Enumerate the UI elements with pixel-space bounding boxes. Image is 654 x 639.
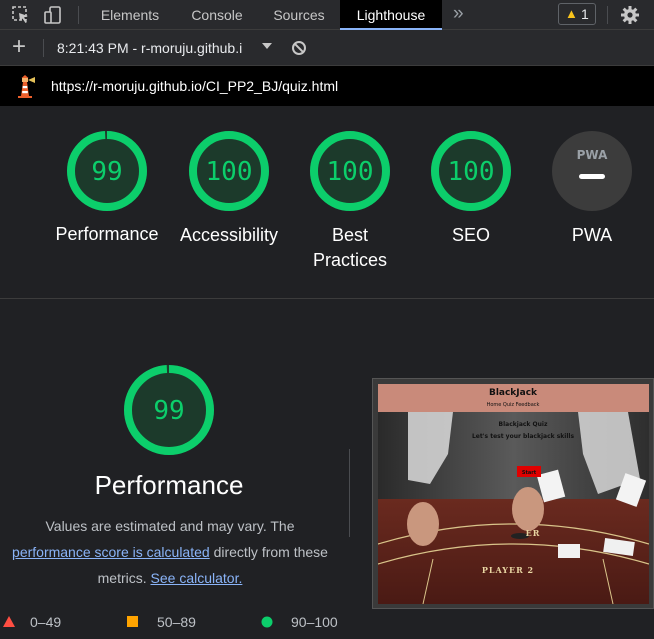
triangle-icon bbox=[3, 616, 15, 627]
chevron-down-icon[interactable] bbox=[262, 43, 272, 49]
page-screenshot-image: BlackJack Home Quiz Feedback Blackjack Q… bbox=[378, 384, 649, 604]
gear-icon[interactable] bbox=[620, 5, 640, 25]
devtools-tab-strip: Elements Console Sources Lighthouse » ▲ … bbox=[0, 0, 654, 30]
desc-text-2: directly from these bbox=[213, 544, 328, 560]
thumb-subtitle: Let's test your blackjack skills bbox=[472, 433, 574, 440]
seo-gauge-label: SEO bbox=[451, 225, 490, 245]
toolbar-divider bbox=[78, 6, 79, 24]
pwa-dash-icon bbox=[579, 174, 605, 179]
pwa-badge[interactable]: PWA bbox=[552, 131, 632, 211]
tab-elements[interactable]: Elements bbox=[88, 0, 172, 30]
thumb-site-title: BlackJack bbox=[489, 388, 538, 398]
accessibility-score: 100 bbox=[206, 157, 253, 187]
thumb-table-text-1: ER bbox=[526, 528, 541, 538]
desc-text-1: Values are estimated and may vary. The bbox=[45, 518, 295, 534]
chevron-double-right-icon[interactable]: » bbox=[453, 3, 464, 25]
clear-icon[interactable] bbox=[291, 40, 307, 56]
pwa-gauge-label: PWA bbox=[571, 225, 613, 245]
url-bar: https://r-moruju.github.io/CI_PP2_BJ/qui… bbox=[0, 66, 654, 106]
performance-big-gauge: 99 bbox=[124, 365, 214, 455]
accessibility-gauge[interactable]: 100 bbox=[189, 131, 269, 211]
plus-icon[interactable]: + bbox=[12, 33, 26, 61]
tab-sources[interactable]: Sources bbox=[260, 0, 338, 30]
thumb-quiz-title: Blackjack Quiz bbox=[499, 421, 548, 428]
best-practices-gauge-label: Best Practices bbox=[312, 225, 388, 270]
best-practices-gauge[interactable]: 100 bbox=[310, 131, 390, 211]
seo-gauge[interactable]: 100 bbox=[431, 131, 511, 211]
thumb-nav: Home Quiz Feedback bbox=[487, 402, 540, 408]
toolbar-divider bbox=[43, 39, 44, 57]
warning-count: 1 bbox=[581, 6, 589, 22]
page-url: https://r-moruju.github.io/CI_PP2_BJ/qui… bbox=[51, 78, 339, 94]
device-toolbar-icon[interactable] bbox=[43, 5, 63, 25]
performance-score: 99 bbox=[91, 157, 122, 187]
inspect-element-icon[interactable] bbox=[11, 5, 31, 25]
section-divider bbox=[0, 298, 654, 299]
vertical-divider bbox=[349, 449, 350, 537]
performance-title: Performance bbox=[94, 470, 244, 500]
performance-gauge-label: Performance bbox=[55, 224, 159, 244]
seo-score: 100 bbox=[448, 157, 495, 187]
lighthouse-toolbar: + 8:21:43 PM - r-moruju.github.i bbox=[0, 30, 654, 66]
tab-lighthouse[interactable]: Lighthouse bbox=[340, 0, 442, 30]
circle-icon bbox=[261, 616, 273, 628]
tab-console[interactable]: Console bbox=[175, 0, 259, 30]
performance-description: Values are estimated and may vary. The p… bbox=[0, 513, 340, 591]
report-selector[interactable]: 8:21:43 PM - r-moruju.github.i bbox=[57, 30, 242, 66]
legend-average-range: 50–89 bbox=[157, 614, 196, 630]
performance-score-link[interactable]: performance score is calculated bbox=[12, 544, 210, 560]
toolbar-divider bbox=[607, 6, 608, 24]
warnings-counter[interactable]: ▲ 1 bbox=[558, 3, 596, 25]
legend-fail-range: 0–49 bbox=[30, 614, 62, 630]
thumb-table-text-2: PLAYER 2 bbox=[482, 565, 534, 575]
performance-gauge[interactable]: 99 bbox=[67, 131, 147, 211]
square-icon bbox=[127, 616, 138, 627]
performance-big-score: 99 bbox=[153, 396, 184, 426]
best-practices-score: 100 bbox=[327, 157, 374, 187]
see-calculator-link[interactable]: See calculator. bbox=[151, 570, 243, 586]
pwa-badge-text: PWA bbox=[577, 148, 608, 162]
thumb-start-label: Start bbox=[522, 470, 537, 476]
legend-pass-range: 90–100 bbox=[291, 614, 338, 630]
accessibility-gauge-label: Accessibility bbox=[179, 225, 279, 245]
warning-icon: ▲ bbox=[565, 6, 578, 21]
lighthouse-logo-icon bbox=[18, 75, 35, 98]
desc-text-3: metrics. bbox=[97, 570, 147, 586]
